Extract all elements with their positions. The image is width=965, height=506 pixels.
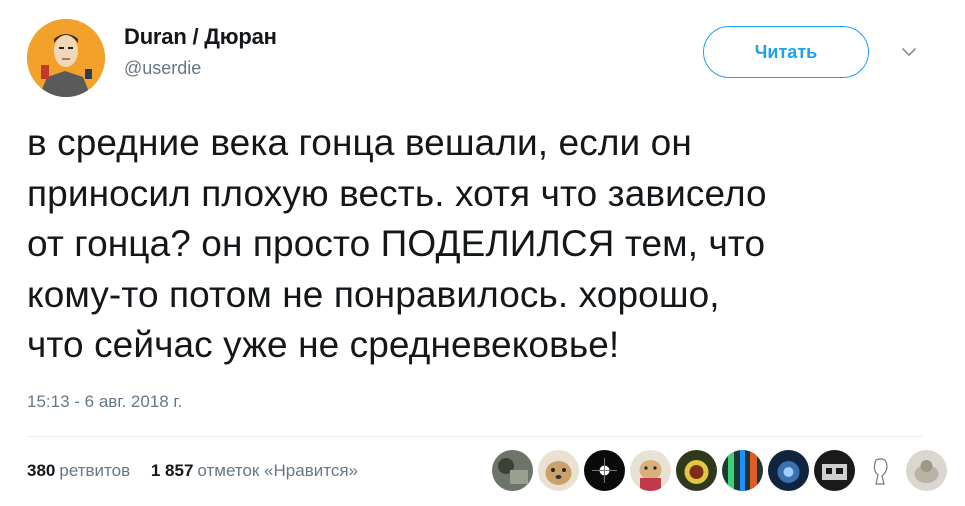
author-display-name[interactable]: Duran / Дюран: [124, 24, 277, 50]
liker-avatar[interactable]: [768, 450, 809, 491]
author-avatar[interactable]: [27, 19, 105, 97]
likes-count: 1 857: [150, 461, 194, 480]
author-handle[interactable]: @userdie: [124, 58, 201, 79]
retweets-stat[interactable]: 380 ретвитов: [27, 461, 130, 481]
liker-avatar[interactable]: [584, 450, 625, 491]
liker-avatars: [492, 450, 947, 492]
follow-button[interactable]: Читать: [703, 26, 869, 78]
chevron-down-icon[interactable]: [899, 44, 919, 60]
retweets-count: 380: [27, 461, 56, 480]
likes-stat[interactable]: 1 857 отметок «Нравится»: [151, 461, 358, 481]
liker-avatar[interactable]: [722, 450, 763, 491]
liker-avatar[interactable]: [492, 450, 533, 491]
retweets-label: ретвитов: [59, 461, 131, 480]
tweet-text: в средние века гонца вешали, если он при…: [27, 122, 767, 365]
liker-avatar[interactable]: [814, 450, 855, 491]
liker-avatar[interactable]: [860, 450, 901, 491]
liker-avatar[interactable]: [906, 450, 947, 491]
tweet-stats: 380 ретвитов 1 857 отметок «Нравится»: [27, 461, 358, 481]
liker-avatar[interactable]: [676, 450, 717, 491]
liker-avatar[interactable]: [538, 450, 579, 491]
tweet-card: Duran / Дюран @userdie Читать в средние …: [0, 0, 965, 506]
tweet-timestamp[interactable]: 15:13 - 6 авг. 2018 г.: [27, 392, 182, 412]
divider: [27, 436, 922, 437]
likes-label: отметок «Нравится»: [197, 461, 358, 480]
liker-avatar[interactable]: [630, 450, 671, 491]
